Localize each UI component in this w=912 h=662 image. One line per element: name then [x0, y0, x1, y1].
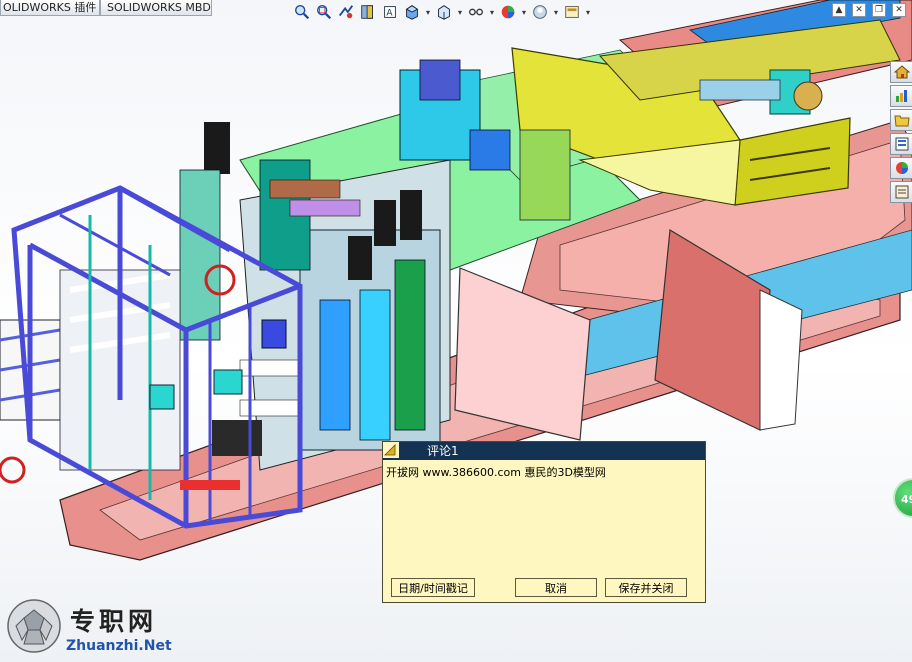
- zoom-to-area-button[interactable]: [314, 2, 334, 22]
- window-controls: ▲ ✕ ❐ ✕: [832, 3, 906, 17]
- heads-up-view-toolbar: A ▾ ▾ ▾ ▾ ▾ ▾: [292, 1, 592, 23]
- view-palette-icon[interactable]: [890, 133, 912, 155]
- home-icon[interactable]: [890, 61, 912, 83]
- close-icon[interactable]: ✕: [892, 3, 906, 17]
- comment-grip-icon[interactable]: [383, 442, 400, 458]
- hide-show-items-button[interactable]: [466, 2, 486, 22]
- view-settings-button[interactable]: [562, 2, 582, 22]
- apply-scene-icon: [533, 5, 547, 19]
- zoom-to-fit-icon: [295, 5, 310, 20]
- edit-appearance-button[interactable]: [498, 2, 518, 22]
- comment-text[interactable]: 开拔网 www.386600.com 惠民的3D模型网: [386, 464, 702, 480]
- chevron-down-icon[interactable]: ▾: [456, 2, 464, 22]
- apply-scene-button[interactable]: [530, 2, 550, 22]
- dynamic-annotation-button[interactable]: A: [380, 2, 400, 22]
- chevron-down-icon[interactable]: ▾: [488, 2, 496, 22]
- edit-appearance-icon: [501, 5, 515, 19]
- comment-title: 评论1: [427, 444, 459, 458]
- close-small-icon[interactable]: ✕: [852, 3, 866, 17]
- display-style-button[interactable]: [434, 2, 454, 22]
- watermark: 专职网 Zhuanzhi.Net: [4, 596, 194, 660]
- task-pane-tabs: [890, 61, 912, 205]
- watermark-ball-logo: [7, 599, 61, 653]
- chevron-down-icon[interactable]: ▾: [424, 2, 432, 22]
- chevron-down-icon[interactable]: ▾: [520, 2, 528, 22]
- view-orientation-button[interactable]: [402, 2, 422, 22]
- tab-solidworks-addins[interactable]: OLIDWORKS 插件: [0, 0, 100, 16]
- section-view-button[interactable]: [358, 2, 378, 22]
- chevron-down-icon[interactable]: ▾: [584, 2, 592, 22]
- previous-view-button[interactable]: [336, 2, 356, 22]
- file-explorer-icon[interactable]: [890, 109, 912, 131]
- command-manager-tabs: OLIDWORKS 插件 SOLIDWORKS MBD: [0, 0, 212, 17]
- save-close-button[interactable]: 保存并关闭: [605, 578, 687, 597]
- previous-view-icon: [338, 5, 354, 19]
- svg-text:A: A: [386, 9, 393, 19]
- comment-dialog[interactable]: 评论1 开拔网 www.386600.com 惠民的3D模型网 日期/时间戳记 …: [382, 441, 706, 603]
- view-settings-icon: [565, 6, 579, 18]
- zoom-to-area-icon: [317, 5, 332, 20]
- comment-footer: 日期/时间戳记 取消 保存并关闭: [389, 578, 699, 598]
- view-orientation-icon: [405, 5, 419, 20]
- comment-title-bar[interactable]: 评论1: [383, 442, 705, 460]
- zoom-to-fit-button[interactable]: [292, 2, 312, 22]
- section-view-icon: [361, 5, 373, 19]
- chevron-down-icon[interactable]: ▾: [552, 2, 560, 22]
- display-style-icon: [438, 5, 450, 20]
- cancel-button[interactable]: 取消: [515, 578, 597, 597]
- design-library-icon[interactable]: [890, 85, 912, 107]
- watermark-en-text: Zhuanzhi.Net: [66, 638, 172, 654]
- restore-up-icon[interactable]: ▲: [832, 3, 846, 17]
- hide-show-items-icon: [469, 8, 483, 16]
- dynamic-annotation-icon: A: [384, 6, 396, 19]
- timestamp-button[interactable]: 日期/时间戳记: [391, 578, 475, 597]
- custom-properties-icon[interactable]: [890, 181, 912, 203]
- watermark-cn-text: 专职网: [70, 607, 158, 636]
- appearances-icon[interactable]: [890, 157, 912, 179]
- restore-icon[interactable]: ❐: [872, 3, 886, 17]
- tab-solidworks-mbd[interactable]: SOLIDWORKS MBD: [100, 0, 212, 16]
